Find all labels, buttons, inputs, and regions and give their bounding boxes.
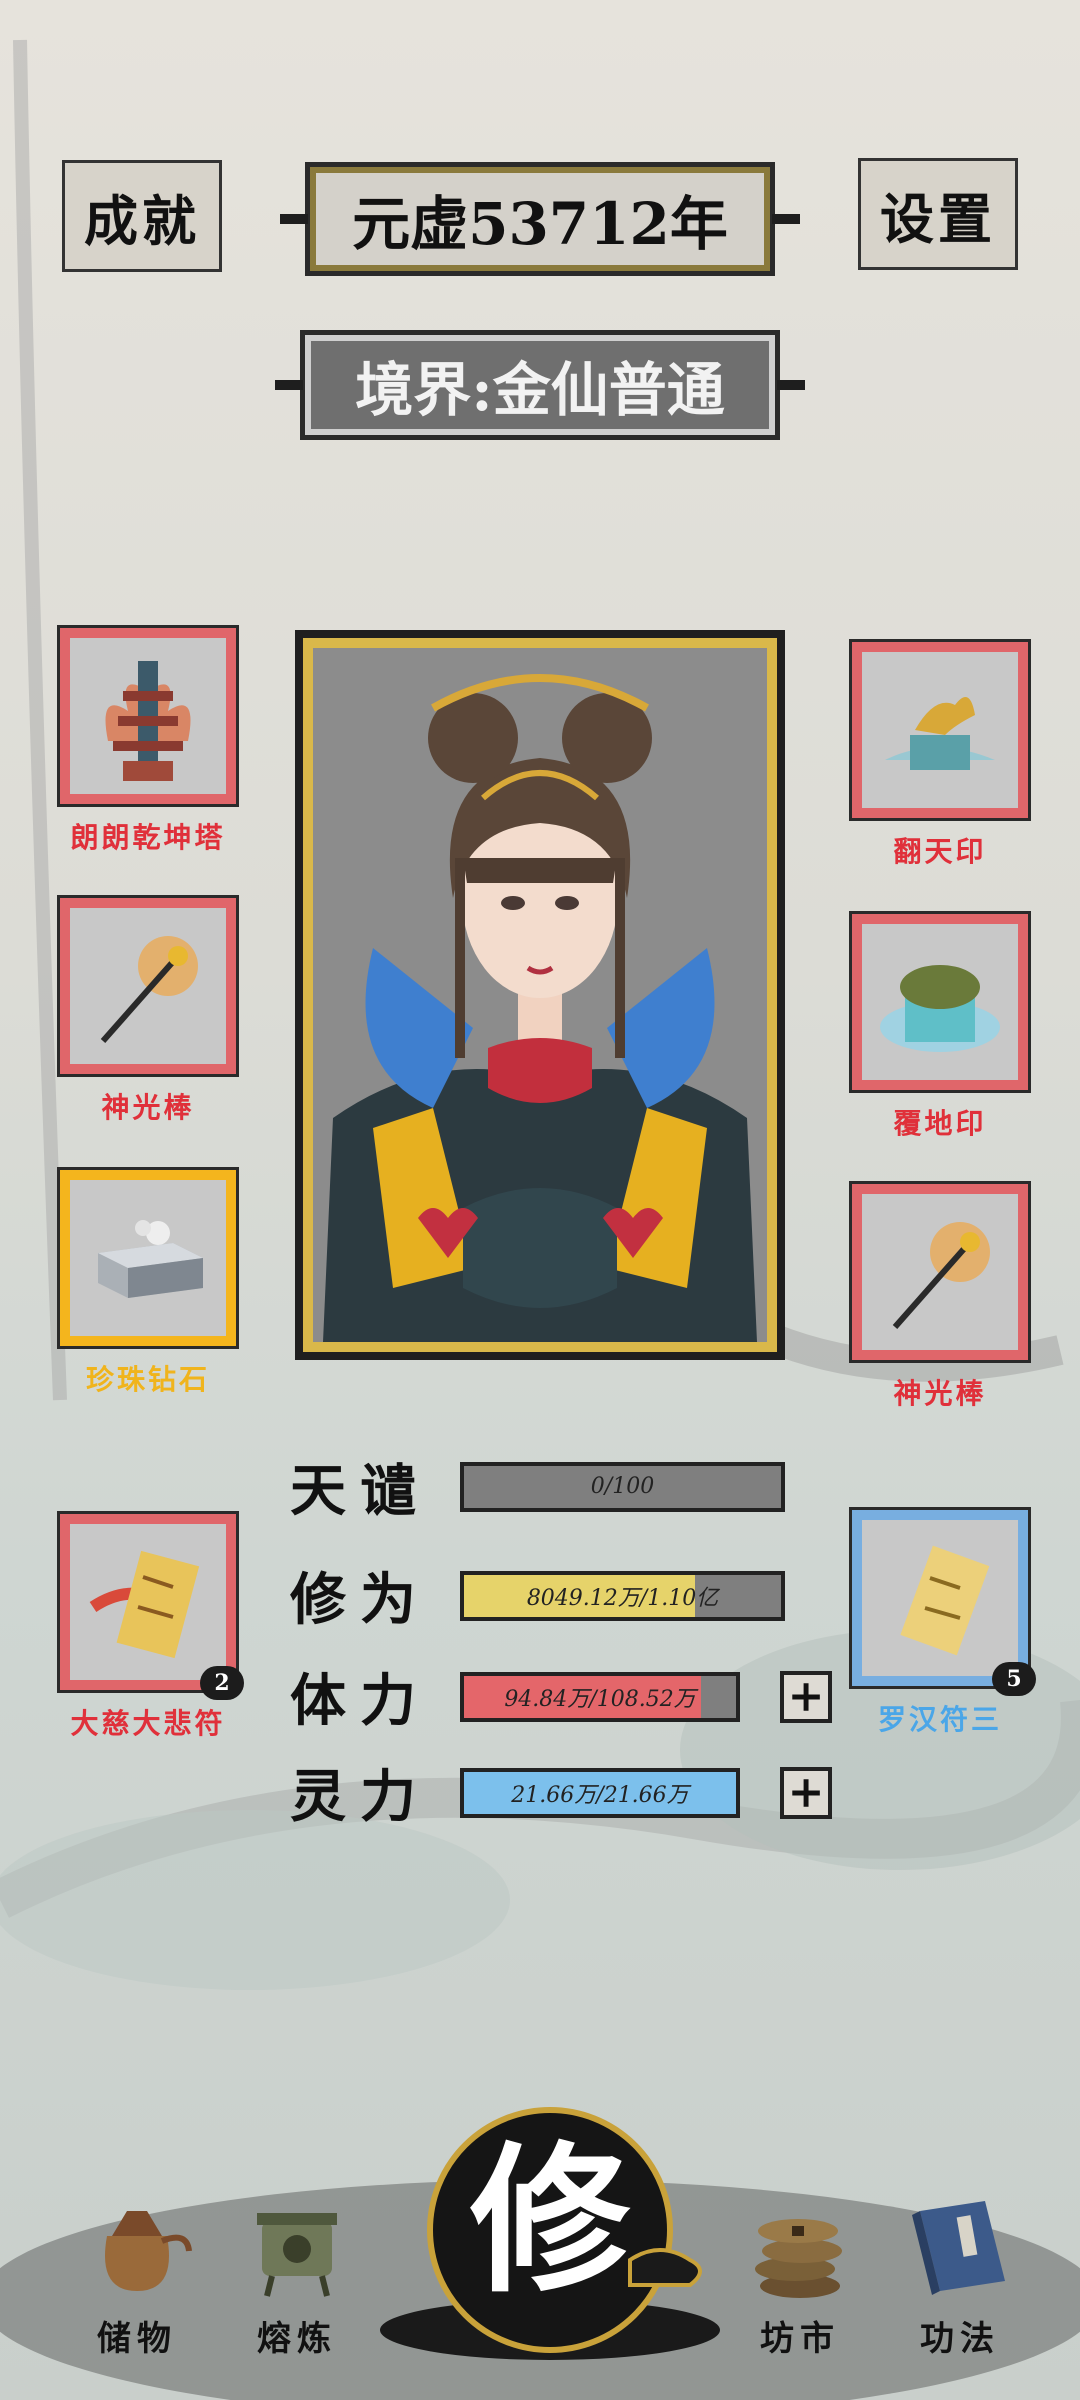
- book-icon: [912, 2201, 1005, 2295]
- item-frame: [57, 895, 239, 1077]
- divine-staff-icon: [892, 1222, 990, 1329]
- stat-bar: 8049.12万/1.10亿: [460, 1570, 785, 1621]
- item-frame: 2: [57, 1511, 244, 1700]
- item-frame: [849, 639, 1031, 821]
- heaven-seal-icon: [885, 697, 995, 770]
- character-portrait-frame[interactable]: [295, 630, 785, 1360]
- item-count-badge: 5: [992, 1662, 1036, 1696]
- earth-seal-icon: [880, 965, 1000, 1052]
- add-stamina-button[interactable]: +: [780, 1670, 832, 1723]
- item-name: 神光棒: [893, 1377, 987, 1410]
- item-name: 神光棒: [101, 1091, 195, 1124]
- item-frame: [849, 911, 1031, 1093]
- nav-storage[interactable]: 储物: [72, 2191, 202, 2360]
- equipment-slot-left-1[interactable]: 朗朗乾坤塔: [57, 625, 239, 856]
- cultivate-glyph: 修: [469, 2126, 630, 2314]
- item-name: 大慈大悲符: [70, 1707, 226, 1740]
- item-name: 翻天印: [893, 835, 987, 868]
- equipment-slot-left-2[interactable]: 神光棒: [57, 895, 239, 1126]
- add-spirit-button[interactable]: +: [780, 1766, 832, 1819]
- talisman-icon: [89, 1550, 200, 1659]
- equipment-slot-left-4[interactable]: 2 大慈大悲符: [57, 1511, 244, 1742]
- pagoda-icon: [105, 661, 191, 781]
- nav-cultivate[interactable]: 修: [380, 2100, 720, 2360]
- nav-market[interactable]: 坊市: [735, 2191, 865, 2360]
- equipment-slot-left-3[interactable]: 珍珠钻石: [57, 1167, 239, 1398]
- equipment-slot-right-4[interactable]: 5 罗汉符三: [849, 1507, 1036, 1738]
- talisman-icon: [900, 1545, 990, 1656]
- item-count-badge: 2: [200, 1666, 244, 1700]
- stat-value: 21.66万/21.66万: [511, 1782, 689, 1808]
- stat-bar: 94.84万/108.52万: [460, 1671, 740, 1722]
- nav-smelt[interactable]: 熔炼: [232, 2191, 362, 2360]
- character-portrait: [313, 648, 767, 1342]
- item-name: 珍珠钻石: [85, 1363, 210, 1396]
- item-frame: [849, 1181, 1031, 1363]
- item-name: 罗汉符三: [877, 1703, 1002, 1736]
- stat-label: 天谴: [290, 1458, 430, 1524]
- stat-row-stamina: 体力 94.84万/108.52万 +: [290, 1656, 832, 1737]
- stat-value: 8049.12万/1.10亿: [526, 1585, 719, 1611]
- year-banner: 元虚53712年: [305, 162, 775, 276]
- stat-row-spirit: 灵力 21.66万/21.66万 +: [290, 1752, 832, 1833]
- nav-skills[interactable]: 功法: [895, 2191, 1025, 2360]
- item-name: 朗朗乾坤塔: [70, 821, 226, 854]
- furnace-icon: [257, 2213, 337, 2297]
- item-frame: 5: [849, 1507, 1036, 1696]
- stat-label: 灵力: [290, 1764, 430, 1830]
- stat-label: 修为: [290, 1567, 430, 1633]
- realm-banner: 境界:金仙普通: [300, 330, 780, 440]
- coins-icon: [755, 2219, 842, 2298]
- equipment-slot-right-1[interactable]: 翻天印: [849, 639, 1031, 870]
- item-frame: [57, 1167, 239, 1349]
- equipment-slot-right-2[interactable]: 覆地印: [849, 911, 1031, 1142]
- settings-button[interactable]: 设置: [858, 158, 1018, 270]
- item-name: 覆地印: [893, 1107, 987, 1140]
- stat-bar: 0/100: [460, 1461, 785, 1512]
- storage-bag-icon: [105, 2211, 192, 2291]
- achievements-button[interactable]: 成就: [62, 160, 222, 272]
- pearl-diamond-icon: [98, 1220, 203, 1298]
- divine-staff-icon: [100, 936, 198, 1043]
- item-frame: [57, 625, 239, 807]
- stat-value: 94.84万/108.52万: [504, 1686, 696, 1712]
- stat-row-tianqian: 天谴 0/100: [290, 1446, 785, 1527]
- stat-label: 体力: [290, 1668, 430, 1734]
- stat-row-cultivation: 修为 8049.12万/1.10亿: [290, 1555, 785, 1636]
- equipment-slot-right-3[interactable]: 神光棒: [849, 1181, 1031, 1412]
- stat-value: 0/100: [590, 1474, 655, 1499]
- stat-bar: 21.66万/21.66万: [460, 1767, 740, 1818]
